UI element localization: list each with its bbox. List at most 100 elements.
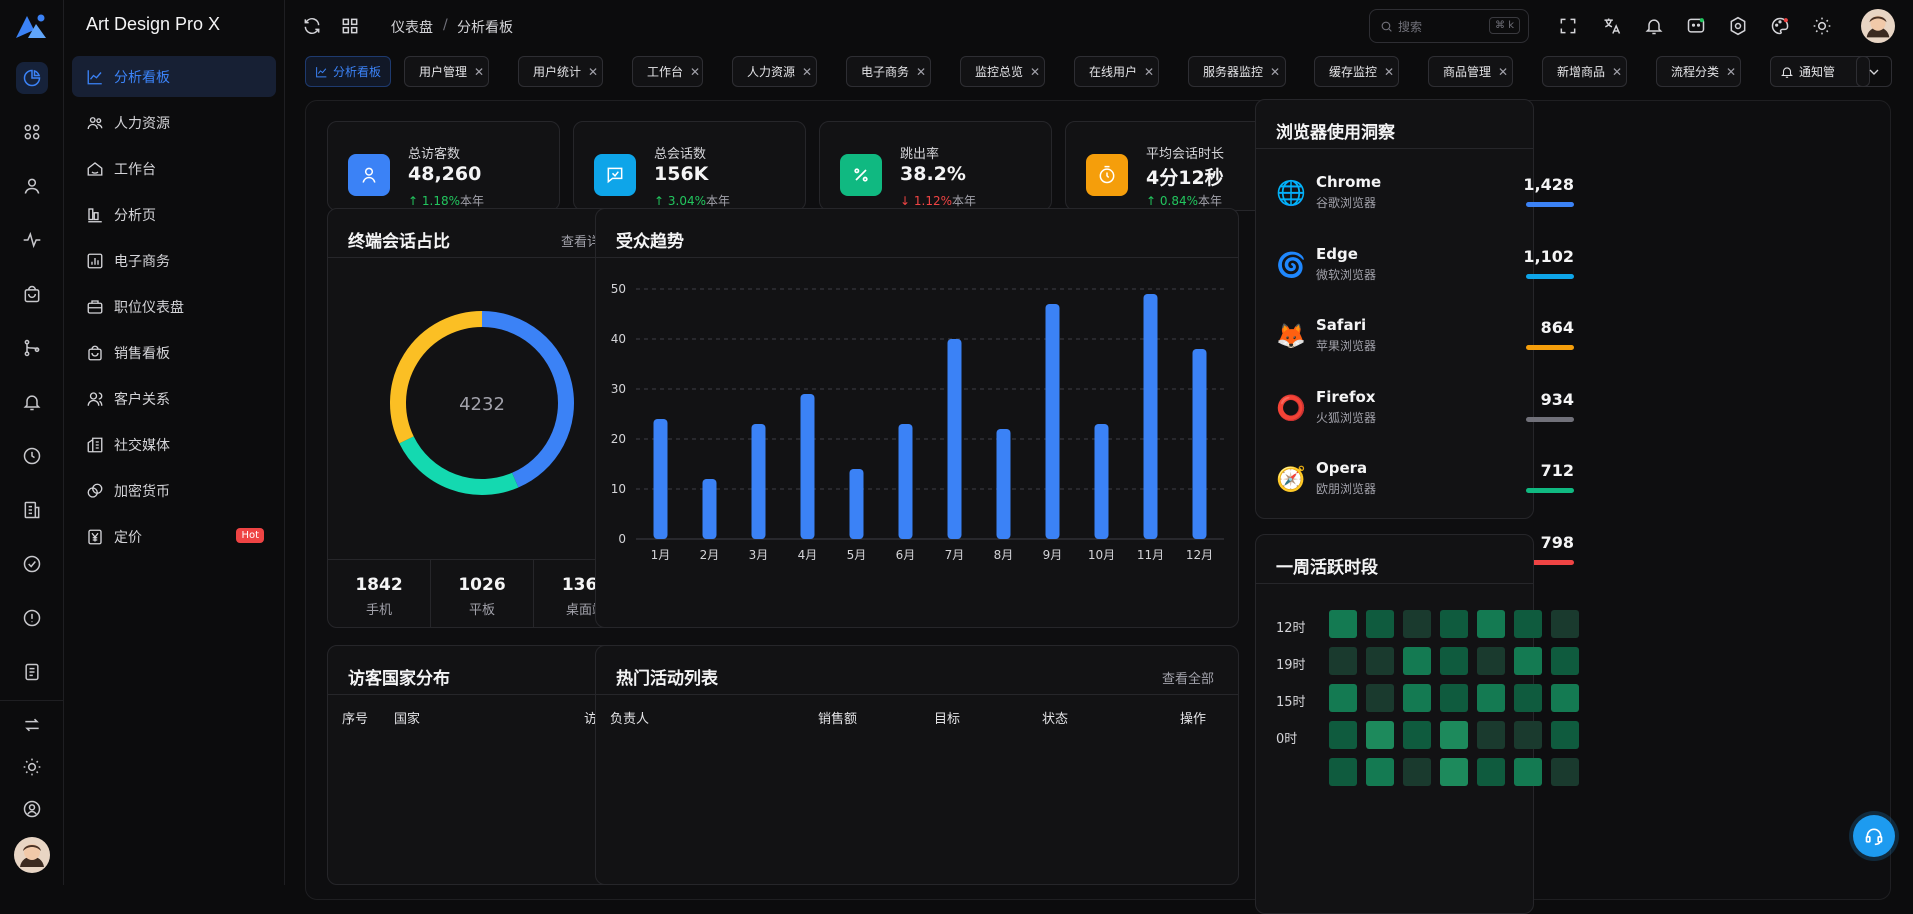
heatmap-cell[interactable]	[1514, 610, 1542, 638]
tab-close-icon[interactable]: ✕	[588, 65, 598, 79]
bar[interactable]	[751, 424, 766, 539]
bar[interactable]	[653, 419, 668, 539]
rail-dashboard-icon[interactable]	[16, 62, 48, 94]
tab-close-icon[interactable]: ✕	[1270, 65, 1280, 79]
sidebar-item-sales[interactable]: 销售看板	[72, 332, 276, 373]
translate-icon[interactable]	[1601, 15, 1623, 37]
heatmap-cell[interactable]	[1329, 610, 1357, 638]
heatmap-cell[interactable]	[1477, 721, 1505, 749]
heatmap-cell[interactable]	[1366, 610, 1394, 638]
tab-notice-management[interactable]: 通知管	[1770, 56, 1870, 87]
heatmap-cell[interactable]	[1551, 721, 1579, 749]
rail-user-icon[interactable]	[16, 170, 48, 202]
rail-switch-icon[interactable]	[16, 709, 48, 741]
bar[interactable]	[1143, 294, 1158, 539]
tab-close-icon[interactable]: ✕	[1612, 65, 1622, 79]
heatmap-cell[interactable]	[1514, 721, 1542, 749]
heatmap-cell[interactable]	[1403, 610, 1431, 638]
breadcrumb-root[interactable]: 仪表盘	[391, 17, 433, 37]
heatmap-cell[interactable]	[1403, 758, 1431, 786]
heatmap-cell[interactable]	[1440, 610, 1468, 638]
heatmap-cell[interactable]	[1366, 721, 1394, 749]
tab-hr[interactable]: 人力资源 ✕	[732, 56, 817, 87]
heatmap-cell[interactable]	[1477, 684, 1505, 712]
heatmap-cell[interactable]	[1329, 684, 1357, 712]
bar[interactable]	[849, 469, 864, 539]
heatmap-cell[interactable]	[1440, 647, 1468, 675]
heatmap-cell[interactable]	[1514, 684, 1542, 712]
palette-icon[interactable]	[1769, 15, 1791, 37]
tab-analysis[interactable]: 分析看板	[305, 56, 391, 87]
user-avatar[interactable]	[1861, 9, 1895, 43]
tab-product-management[interactable]: 商品管理 ✕	[1428, 56, 1513, 87]
heatmap-cell[interactable]	[1514, 758, 1542, 786]
heatmap-cell[interactable]	[1551, 684, 1579, 712]
tab-add-product[interactable]: 新增商品 ✕	[1542, 56, 1627, 87]
theme-sun-icon[interactable]	[1811, 15, 1833, 37]
tab-server-monitor[interactable]: 服务器监控 ✕	[1188, 56, 1286, 87]
heatmap-cell[interactable]	[1440, 721, 1468, 749]
sidebar-item-crypto[interactable]: 加密货币	[72, 470, 276, 511]
heatmap-cell[interactable]	[1477, 758, 1505, 786]
rail-flow-icon[interactable]	[16, 332, 48, 364]
sidebar-item-analysis[interactable]: 分析看板	[72, 56, 276, 97]
heatmap-cell[interactable]	[1403, 647, 1431, 675]
tab-user-management[interactable]: 用户管理 ✕	[404, 56, 489, 87]
heatmap-cell[interactable]	[1329, 758, 1357, 786]
rail-report-icon[interactable]	[16, 494, 48, 526]
bar[interactable]	[800, 394, 815, 539]
heatmap-cell[interactable]	[1551, 610, 1579, 638]
tab-workbench[interactable]: 工作台 ✕	[632, 56, 703, 87]
bar[interactable]	[1192, 349, 1207, 539]
tab-user-stats[interactable]: 用户统计 ✕	[518, 56, 603, 87]
bar[interactable]	[1045, 304, 1060, 539]
heatmap-cell[interactable]	[1329, 647, 1357, 675]
rail-apps-icon[interactable]	[16, 116, 48, 148]
rail-pulse-icon[interactable]	[16, 224, 48, 256]
refresh-icon[interactable]	[301, 15, 323, 37]
tab-close-icon[interactable]: ✕	[690, 65, 700, 79]
notification-bell-icon[interactable]	[1643, 15, 1665, 37]
support-fab-button[interactable]	[1853, 815, 1895, 857]
heatmap-cell[interactable]	[1366, 758, 1394, 786]
view-all-link[interactable]: 查看全部	[1162, 668, 1214, 687]
tab-close-icon[interactable]: ✕	[1498, 65, 1508, 79]
chat-icon[interactable]	[1685, 15, 1707, 37]
settings-icon[interactable]	[1727, 15, 1749, 37]
tab-cache-monitor[interactable]: 缓存监控 ✕	[1314, 56, 1399, 87]
tab-close-icon[interactable]: ✕	[1144, 65, 1154, 79]
tab-close-icon[interactable]: ✕	[1726, 65, 1736, 79]
heatmap-cell[interactable]	[1477, 610, 1505, 638]
sidebar-item-workbench[interactable]: 工作台	[72, 148, 276, 189]
sidebar-item-pricing[interactable]: 定价 Hot	[72, 516, 276, 557]
rail-account-icon[interactable]	[16, 793, 48, 825]
donut-slice[interactable]	[390, 311, 483, 444]
rail-bag-icon[interactable]	[16, 278, 48, 310]
rail-doc-icon[interactable]	[16, 656, 48, 688]
heatmap-cell[interactable]	[1440, 684, 1468, 712]
app-logo-icon[interactable]	[14, 12, 48, 40]
heatmap-cell[interactable]	[1551, 758, 1579, 786]
rail-alert-icon[interactable]	[16, 602, 48, 634]
heatmap-cell[interactable]	[1329, 721, 1357, 749]
heatmap-cell[interactable]	[1403, 721, 1431, 749]
user-avatar-rail[interactable]	[14, 837, 50, 873]
tab-ecommerce[interactable]: 电子商务 ✕	[846, 56, 931, 87]
rail-check-icon[interactable]	[16, 548, 48, 580]
sidebar-item-ecommerce[interactable]: 电子商务	[72, 240, 276, 281]
tab-close-icon[interactable]: ✕	[1030, 65, 1040, 79]
sidebar-item-job-dashboard[interactable]: 职位仪表盘	[72, 286, 276, 327]
tab-monitor-overview[interactable]: 监控总览 ✕	[960, 56, 1045, 87]
heatmap-cell[interactable]	[1477, 647, 1505, 675]
heatmap-cell[interactable]	[1440, 758, 1468, 786]
bar[interactable]	[996, 429, 1011, 539]
bar[interactable]	[1094, 424, 1109, 539]
heatmap-cell[interactable]	[1366, 647, 1394, 675]
sidebar-item-hr[interactable]: 人力资源	[72, 102, 276, 143]
heatmap-cell[interactable]	[1514, 647, 1542, 675]
search-input[interactable]: 搜索 ⌘ k	[1369, 9, 1529, 43]
rail-clock-icon[interactable]	[16, 440, 48, 472]
tab-close-icon[interactable]: ✕	[916, 65, 926, 79]
heatmap-cell[interactable]	[1551, 647, 1579, 675]
tab-close-icon[interactable]: ✕	[474, 65, 484, 79]
